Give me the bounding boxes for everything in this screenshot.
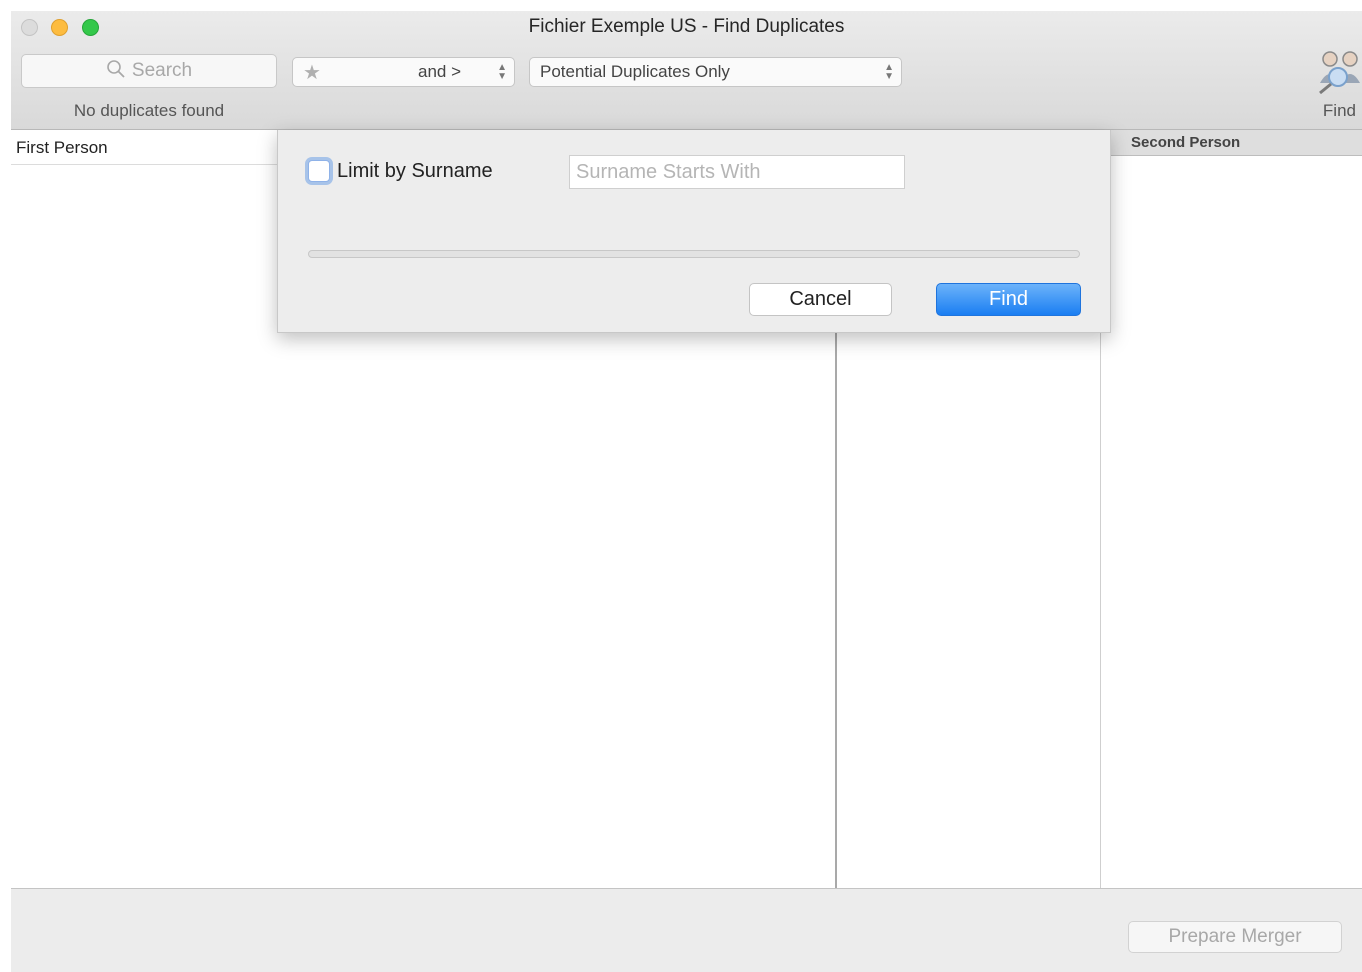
limit-by-surname-checkbox[interactable]: [308, 160, 330, 182]
status-text: No duplicates found: [73, 101, 225, 120]
rating-popup[interactable]: ★ and > ▲ ▼: [292, 57, 515, 87]
rating-popup-label: and >: [418, 62, 462, 81]
prepare-merger-button[interactable]: Prepare Merger: [1128, 921, 1342, 953]
toolbar: Fichier Exemple US - Find Duplicates Sea…: [11, 11, 1362, 130]
cancel-button[interactable]: Cancel: [749, 283, 892, 316]
search-placeholder: Search: [131, 60, 193, 81]
progress-bar: [308, 250, 1080, 258]
popup-arrows-icon: ▲ ▼: [884, 62, 894, 82]
find-duplicates-window: Fichier Exemple US - Find Duplicates Sea…: [11, 11, 1362, 972]
find-toolbar-button[interactable]: Find: [1302, 47, 1362, 127]
window-title: Fichier Exemple US - Find Duplicates: [528, 16, 845, 37]
people-search-icon: [1314, 47, 1362, 102]
bottom-bar: Prepare Merger: [11, 888, 1362, 972]
duplicates-filter-popup[interactable]: Potential Duplicates Only ▲ ▼: [529, 57, 902, 87]
surname-starts-with-input[interactable]: [569, 155, 905, 189]
limit-by-surname-label[interactable]: Limit by Surname: [337, 160, 493, 183]
popup-arrows-icon: ▲ ▼: [497, 62, 507, 82]
filter-popup-value: Potential Duplicates Only: [540, 62, 730, 81]
find-button[interactable]: Find: [936, 283, 1081, 316]
star-icon: ★: [303, 61, 321, 84]
find-toolbar-label: Find: [1322, 101, 1356, 120]
find-duplicates-sheet: Limit by Surname Cancel Find: [277, 130, 1111, 333]
search-field[interactable]: Search: [21, 54, 277, 88]
search-icon: [106, 59, 126, 84]
second-person-column-header[interactable]: Second Person: [1101, 130, 1362, 156]
